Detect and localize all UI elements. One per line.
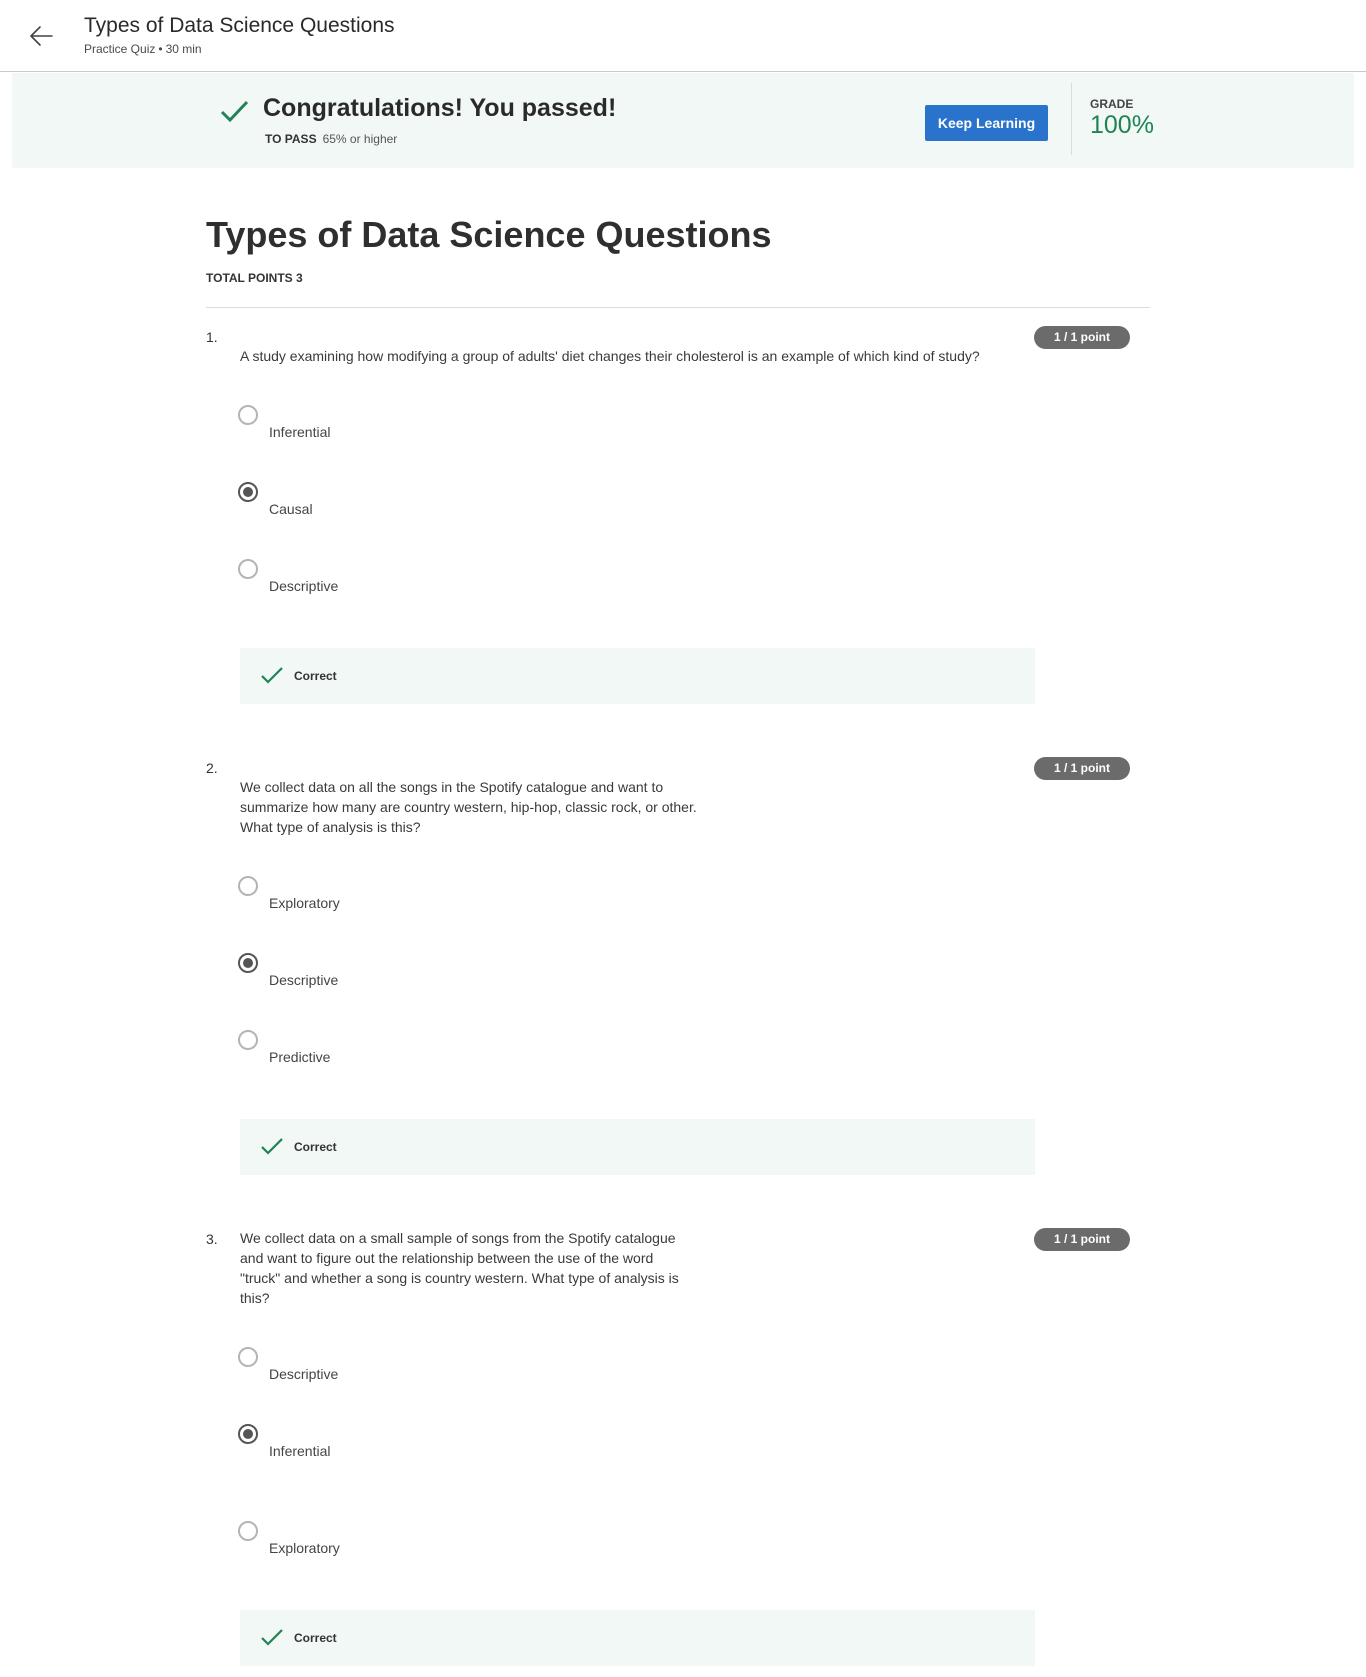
radio-button[interactable] <box>238 1521 258 1541</box>
option-label: Exploratory <box>269 1540 340 1556</box>
pass-message: Congratulations! You passed! <box>263 94 617 122</box>
radio-button-selected[interactable] <box>238 1424 258 1444</box>
option-label: Inferential <box>269 1443 331 1459</box>
question-text: We collect data on all the songs in the … <box>240 779 697 835</box>
question-text: We collect data on a small sample of son… <box>240 1230 679 1306</box>
option-label: Descriptive <box>269 972 339 988</box>
option-descriptive[interactable]: Descriptive <box>238 1347 638 1397</box>
top-bar: Types of Data Science Questions Practice… <box>0 0 1366 72</box>
option-exploratory[interactable]: Exploratory <box>238 1521 638 1571</box>
option-exploratory[interactable]: Exploratory <box>238 876 638 926</box>
page-title: Types of Data Science Questions <box>206 214 772 255</box>
quiz-duration: 30 min <box>165 42 202 56</box>
option-causal[interactable]: Causal <box>238 482 638 532</box>
feedback-label: Correct <box>294 669 337 683</box>
radio-button[interactable] <box>238 559 258 579</box>
banner-divider <box>1071 83 1072 155</box>
radio-button[interactable] <box>238 876 258 896</box>
grade-label: GRADE <box>1090 97 1134 111</box>
quiz-title: Types of Data Science Questions <box>84 14 395 37</box>
question-number: 2. <box>206 760 218 776</box>
option-label: Inferential <box>269 424 331 440</box>
subtitle-separator: • <box>158 42 163 56</box>
result-banner: Congratulations! You passed! TO PASS 65% … <box>12 73 1354 168</box>
check-icon <box>220 100 249 123</box>
option-label: Causal <box>269 501 313 517</box>
check-icon <box>261 1138 283 1155</box>
keep-learning-button[interactable]: Keep Learning <box>925 105 1048 141</box>
radio-button[interactable] <box>238 1030 258 1050</box>
pass-value: 65% or higher <box>322 132 398 146</box>
feedback-label: Correct <box>294 1140 337 1154</box>
question-number: 3. <box>206 1231 218 1247</box>
check-icon <box>261 1629 283 1646</box>
radio-button-selected[interactable] <box>238 953 258 973</box>
feedback-box: Correct <box>240 1119 1035 1175</box>
grade-value: 100% <box>1090 111 1154 139</box>
question-number: 1. <box>206 329 218 345</box>
total-points: TOTAL POINTS 3 <box>206 271 303 285</box>
feedback-box: Correct <box>240 1610 1035 1666</box>
option-label: Descriptive <box>269 1366 339 1382</box>
radio-button-selected[interactable] <box>238 482 258 502</box>
points-badge: 1 / 1 point <box>1034 1228 1130 1251</box>
arrow-left-icon <box>30 26 53 46</box>
back-button[interactable] <box>26 20 58 52</box>
divider <box>206 307 1150 308</box>
check-icon <box>261 667 283 684</box>
option-label: Descriptive <box>269 578 339 594</box>
radio-button[interactable] <box>238 1347 258 1367</box>
pass-label: TO PASS <box>265 132 317 146</box>
points-badge: 1 / 1 point <box>1034 326 1130 349</box>
option-inferential[interactable]: Inferential <box>238 405 638 455</box>
option-predictive[interactable]: Predictive <box>238 1030 638 1080</box>
option-label: Exploratory <box>269 895 340 911</box>
option-label: Predictive <box>269 1049 331 1065</box>
question-text: A study examining how modifying a group … <box>240 348 980 364</box>
quiz-type: Practice Quiz <box>84 42 156 56</box>
points-badge: 1 / 1 point <box>1034 757 1130 780</box>
feedback-label: Correct <box>294 1631 337 1645</box>
option-descriptive[interactable]: Descriptive <box>238 559 638 609</box>
option-descriptive[interactable]: Descriptive <box>238 953 638 1003</box>
feedback-box: Correct <box>240 648 1035 704</box>
radio-button[interactable] <box>238 405 258 425</box>
quiz-subtitle: Practice Quiz • 30 min <box>84 42 202 56</box>
option-inferential[interactable]: Inferential <box>238 1424 638 1474</box>
pass-requirement: TO PASS 65% or higher <box>265 132 397 146</box>
